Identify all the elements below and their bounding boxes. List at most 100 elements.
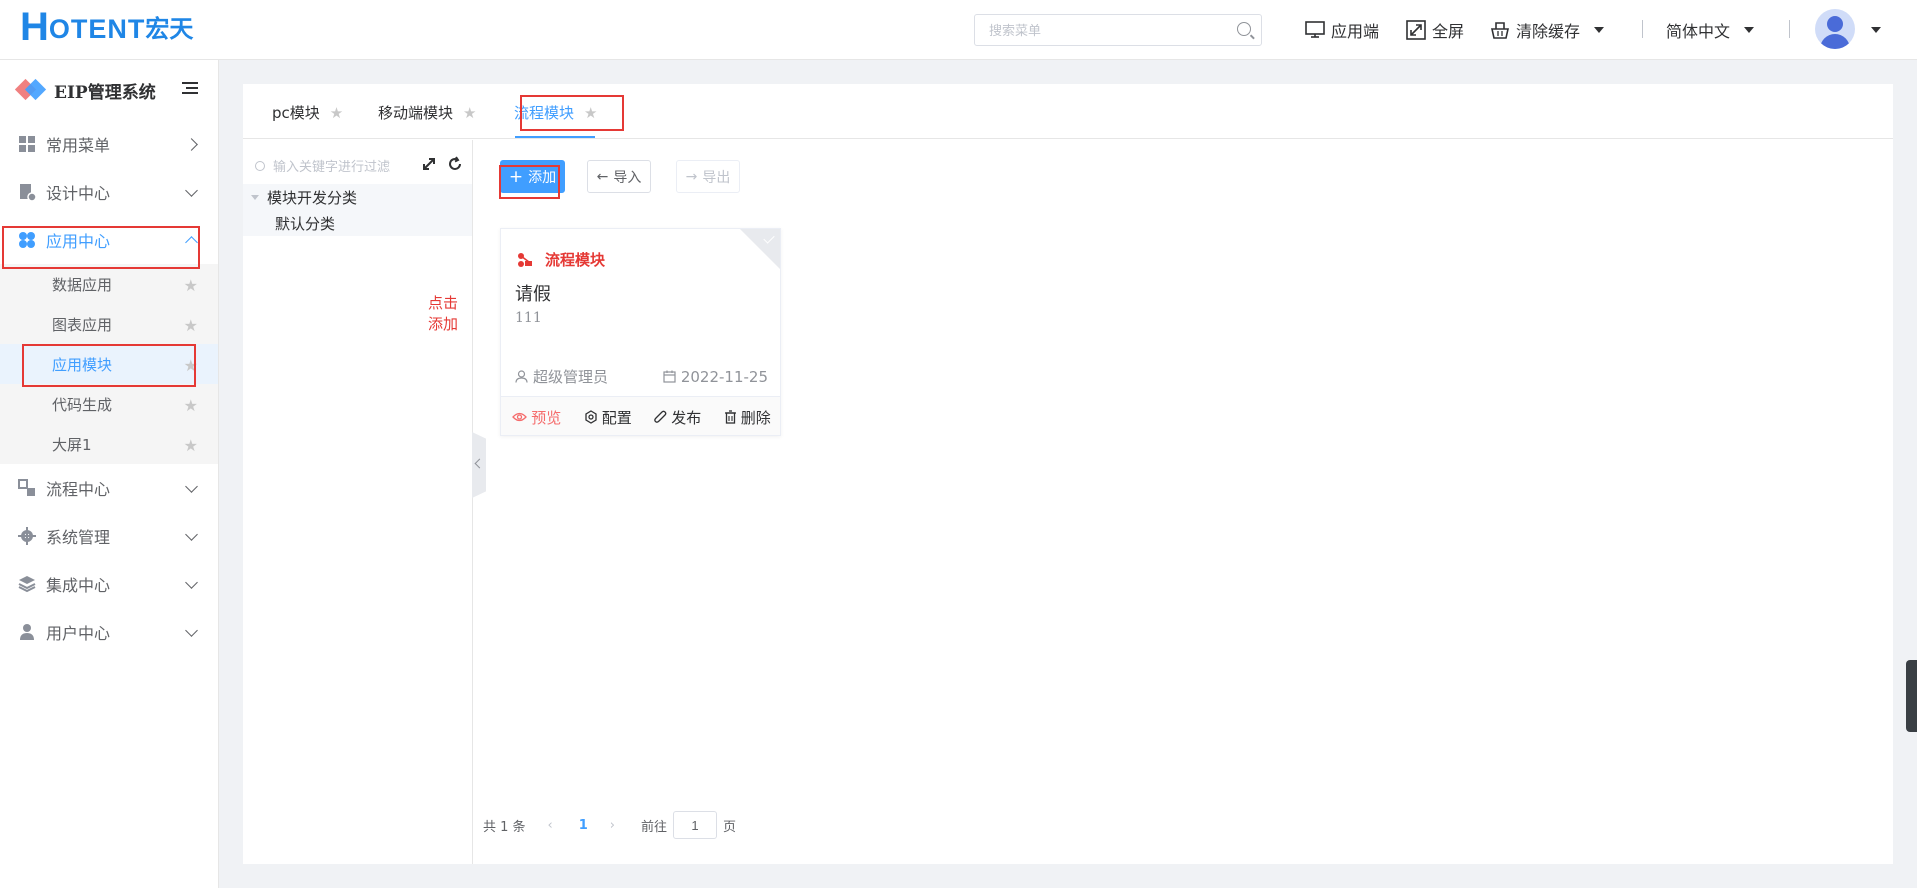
logo-text: OTENT	[48, 14, 146, 44]
tab-mobile-module[interactable]: 移动端模块 ★	[378, 102, 476, 123]
star-icon[interactable]: ★	[184, 276, 198, 295]
config-label: 配置	[601, 408, 632, 427]
search-icon	[255, 160, 265, 171]
publish-label: 发布	[671, 408, 702, 427]
app-client-button[interactable]: 应用端	[1305, 18, 1379, 42]
user-menu-chevron-icon[interactable]	[1871, 27, 1881, 33]
apps-icon	[19, 232, 35, 248]
language-label: 简体中文	[1666, 22, 1731, 41]
prev-page-icon[interactable]: ‹	[548, 818, 553, 833]
menu-common[interactable]: 常用菜单	[0, 120, 218, 168]
card-actions: 预览 配置 发布 删除	[501, 396, 780, 435]
menu-design[interactable]: 设计中心	[0, 168, 218, 216]
sub-label: 大屏1	[52, 435, 92, 454]
import-label: 导入	[613, 169, 642, 186]
panel-splitter[interactable]	[472, 432, 486, 498]
pager-current-page[interactable]: 1	[579, 818, 588, 833]
sidebar-item-app-module[interactable]: 应用模块 ★	[0, 344, 218, 384]
tree-node-root[interactable]: 模块开发分类	[243, 184, 472, 210]
sub-label: 图表应用	[52, 315, 113, 334]
menu-search-input[interactable]	[975, 15, 1215, 45]
logo-cn-text: 宏天	[145, 15, 194, 43]
settings-icon	[585, 410, 597, 424]
paperclip-icon	[654, 410, 667, 423]
user-icon	[20, 624, 34, 640]
menu-user-center[interactable]: 用户中心	[0, 608, 218, 656]
next-page-icon[interactable]: ›	[610, 818, 615, 833]
expand-icon[interactable]	[421, 156, 437, 172]
chevron-right-icon	[185, 138, 198, 151]
tree-node-default[interactable]: 默认分类	[243, 210, 472, 236]
menu-integration[interactable]: 集成中心	[0, 560, 218, 608]
tab-label: 流程模块	[514, 104, 575, 122]
publish-button[interactable]: 发布	[654, 407, 701, 428]
star-icon[interactable]: ★	[184, 436, 198, 455]
arrow-right-icon: →	[685, 168, 698, 185]
tab-pc-module[interactable]: pc模块 ★	[272, 102, 343, 123]
sidebar-item-data-app[interactable]: 数据应用 ★	[0, 264, 218, 304]
sub-label: 数据应用	[52, 275, 113, 294]
search-icon[interactable]	[1237, 22, 1251, 36]
active-tab-indicator	[515, 136, 595, 138]
tree-filter-input[interactable]: 输入关键字进行过滤	[255, 156, 390, 175]
arrow-left-icon: ←	[596, 168, 609, 185]
chevron-down-icon	[1594, 27, 1605, 33]
tab-flow-module[interactable]: 流程模块 ★	[514, 102, 597, 123]
fullscreen-icon	[1406, 20, 1426, 40]
menu-label: 应用中心	[46, 232, 111, 251]
delete-button[interactable]: 删除	[724, 407, 771, 428]
star-icon[interactable]: ★	[463, 104, 476, 122]
menu-search[interactable]	[974, 14, 1262, 46]
menu-app-center[interactable]: 应用中心	[0, 216, 218, 264]
menu-label: 常用菜单	[46, 136, 111, 155]
star-icon[interactable]: ★	[184, 356, 198, 375]
star-icon[interactable]: ★	[184, 396, 198, 415]
tree-node-label: 模块开发分类	[267, 188, 358, 207]
monitor-icon	[1305, 21, 1325, 38]
add-button[interactable]: + 添加	[500, 160, 565, 193]
card-title: 请假	[515, 284, 551, 305]
tree-node-label: 默认分类	[275, 214, 336, 233]
floating-side-widget[interactable]	[1906, 660, 1917, 732]
menu-label: 用户中心	[46, 624, 111, 643]
card-description: 111	[515, 310, 542, 326]
sidebar-item-code-gen[interactable]: 代码生成 ★	[0, 384, 218, 424]
user-icon	[515, 370, 528, 383]
import-button[interactable]: ← 导入	[587, 160, 651, 193]
eye-icon	[512, 412, 528, 422]
pager-goto-label: 前往	[641, 819, 668, 835]
hotent-logo[interactable]: H OTENT 宏天	[20, 5, 194, 49]
divider	[1789, 20, 1790, 38]
clear-cache-button[interactable]: 清除缓存	[1490, 18, 1605, 42]
pager-goto-input[interactable]	[673, 811, 718, 839]
star-icon[interactable]: ★	[184, 316, 198, 335]
card-type: 流程模块	[517, 249, 605, 270]
star-icon[interactable]: ★	[584, 104, 597, 122]
menu-flow-center[interactable]: 流程中心	[0, 464, 218, 512]
star-icon[interactable]: ★	[330, 104, 343, 122]
sidebar-item-big-screen[interactable]: 大屏1 ★	[0, 424, 218, 464]
sub-label: 应用模块	[52, 355, 113, 374]
refresh-icon[interactable]	[447, 156, 463, 172]
preview-button[interactable]: 预览	[512, 407, 561, 428]
chevron-left-icon	[474, 458, 485, 469]
fullscreen-button[interactable]: 全屏	[1406, 18, 1464, 42]
logo-letter: H	[20, 5, 49, 49]
top-header: H OTENT 宏天 应用端 全屏 清除缓存 简体中文	[0, 0, 1917, 60]
dashboard-icon	[19, 136, 35, 152]
chevron-down-icon	[185, 528, 198, 541]
layers-icon	[18, 576, 36, 593]
avatar[interactable]	[1815, 9, 1855, 49]
add-label: 添加	[528, 169, 557, 186]
main-panel: pc模块 ★ 移动端模块 ★ 流程模块 ★ 输入关键字进行过滤 模块开发分类 默认分类…	[243, 84, 1893, 864]
menu-system[interactable]: 系统管理	[0, 512, 218, 560]
language-select[interactable]: 简体中文	[1666, 18, 1755, 42]
caret-down-icon[interactable]	[251, 194, 259, 200]
module-card[interactable]: 流程模块 请假 111 超级管理员 2022-11-25 预览 配置 发布 删除	[500, 228, 781, 436]
config-button[interactable]: 配置	[584, 407, 632, 428]
sidebar-item-chart-app[interactable]: 图表应用 ★	[0, 304, 218, 344]
export-button[interactable]: → 导出	[676, 160, 740, 193]
system-logo-icon	[14, 78, 47, 101]
menu-label: 流程中心	[46, 480, 111, 499]
collapse-menu-icon[interactable]	[182, 82, 198, 96]
